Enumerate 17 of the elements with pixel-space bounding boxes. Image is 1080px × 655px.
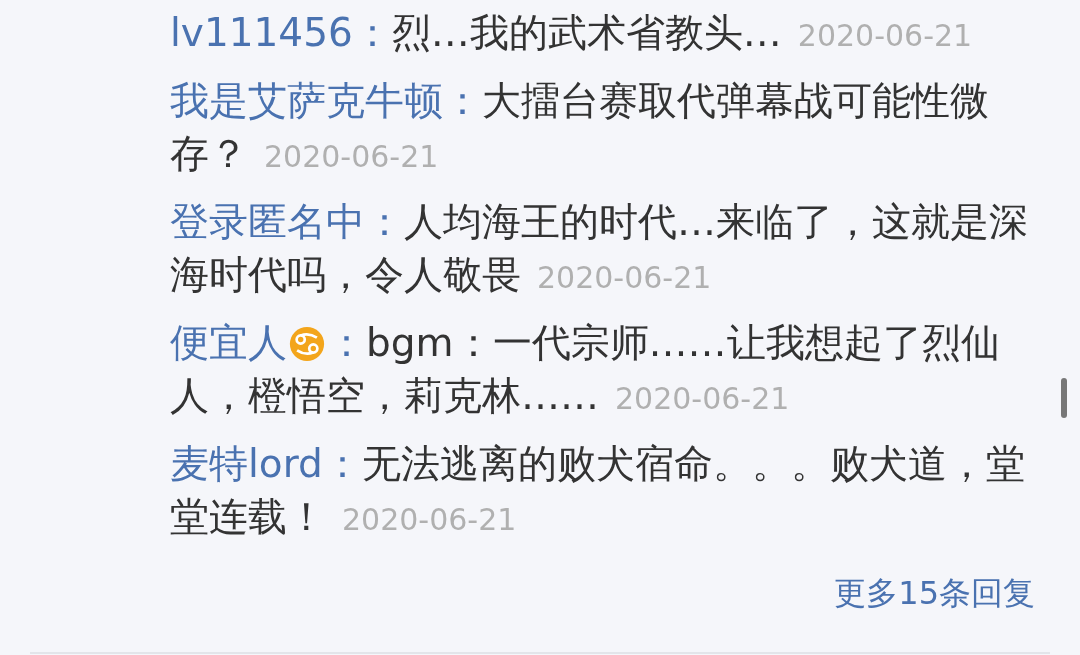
reply-date: 2020-06-21 xyxy=(537,260,712,295)
reply-date: 2020-06-21 xyxy=(264,139,439,174)
reply-comment: 便宜人 ：bgm：一代宗师……让我想起了烈仙人，橙悟空，莉克林…… 2020-06-21 xyxy=(170,319,1001,420)
more-replies-link[interactable]: 更多15条回复 xyxy=(834,568,1035,618)
scrollbar[interactable] xyxy=(1061,378,1067,418)
reply-comment: 麦特lord：无法逃离的败犬宿命。。。败犬道，堂堂连载！ 2020-06-21 xyxy=(170,440,1026,541)
username-link[interactable]: lv111456： xyxy=(170,10,392,55)
reply-comment: 我是艾萨克牛顿：大擂台赛取代弹幕战可能性微存？ 2020-06-21 xyxy=(170,77,990,178)
username-link[interactable]: 我是艾萨克牛顿： xyxy=(170,78,482,123)
username-link[interactable]: 登录匿名中： xyxy=(170,199,404,244)
reply-date: 2020-06-21 xyxy=(797,18,973,53)
reply-date: 2020-06-21 xyxy=(615,381,790,416)
reply-date: 2020-06-21 xyxy=(342,502,517,537)
reply-comment: 登录匿名中：人均海王的时代…来临了，这就是深海时代吗，令人敬畏 2020-06-21 xyxy=(170,198,1029,299)
username-link[interactable]: 麦特lord： xyxy=(170,441,362,486)
reply-comment: lv111456：烈…我的武术省教头… 2020-06-21 xyxy=(170,9,974,57)
username-link[interactable]: 便宜人 ： xyxy=(170,320,366,365)
